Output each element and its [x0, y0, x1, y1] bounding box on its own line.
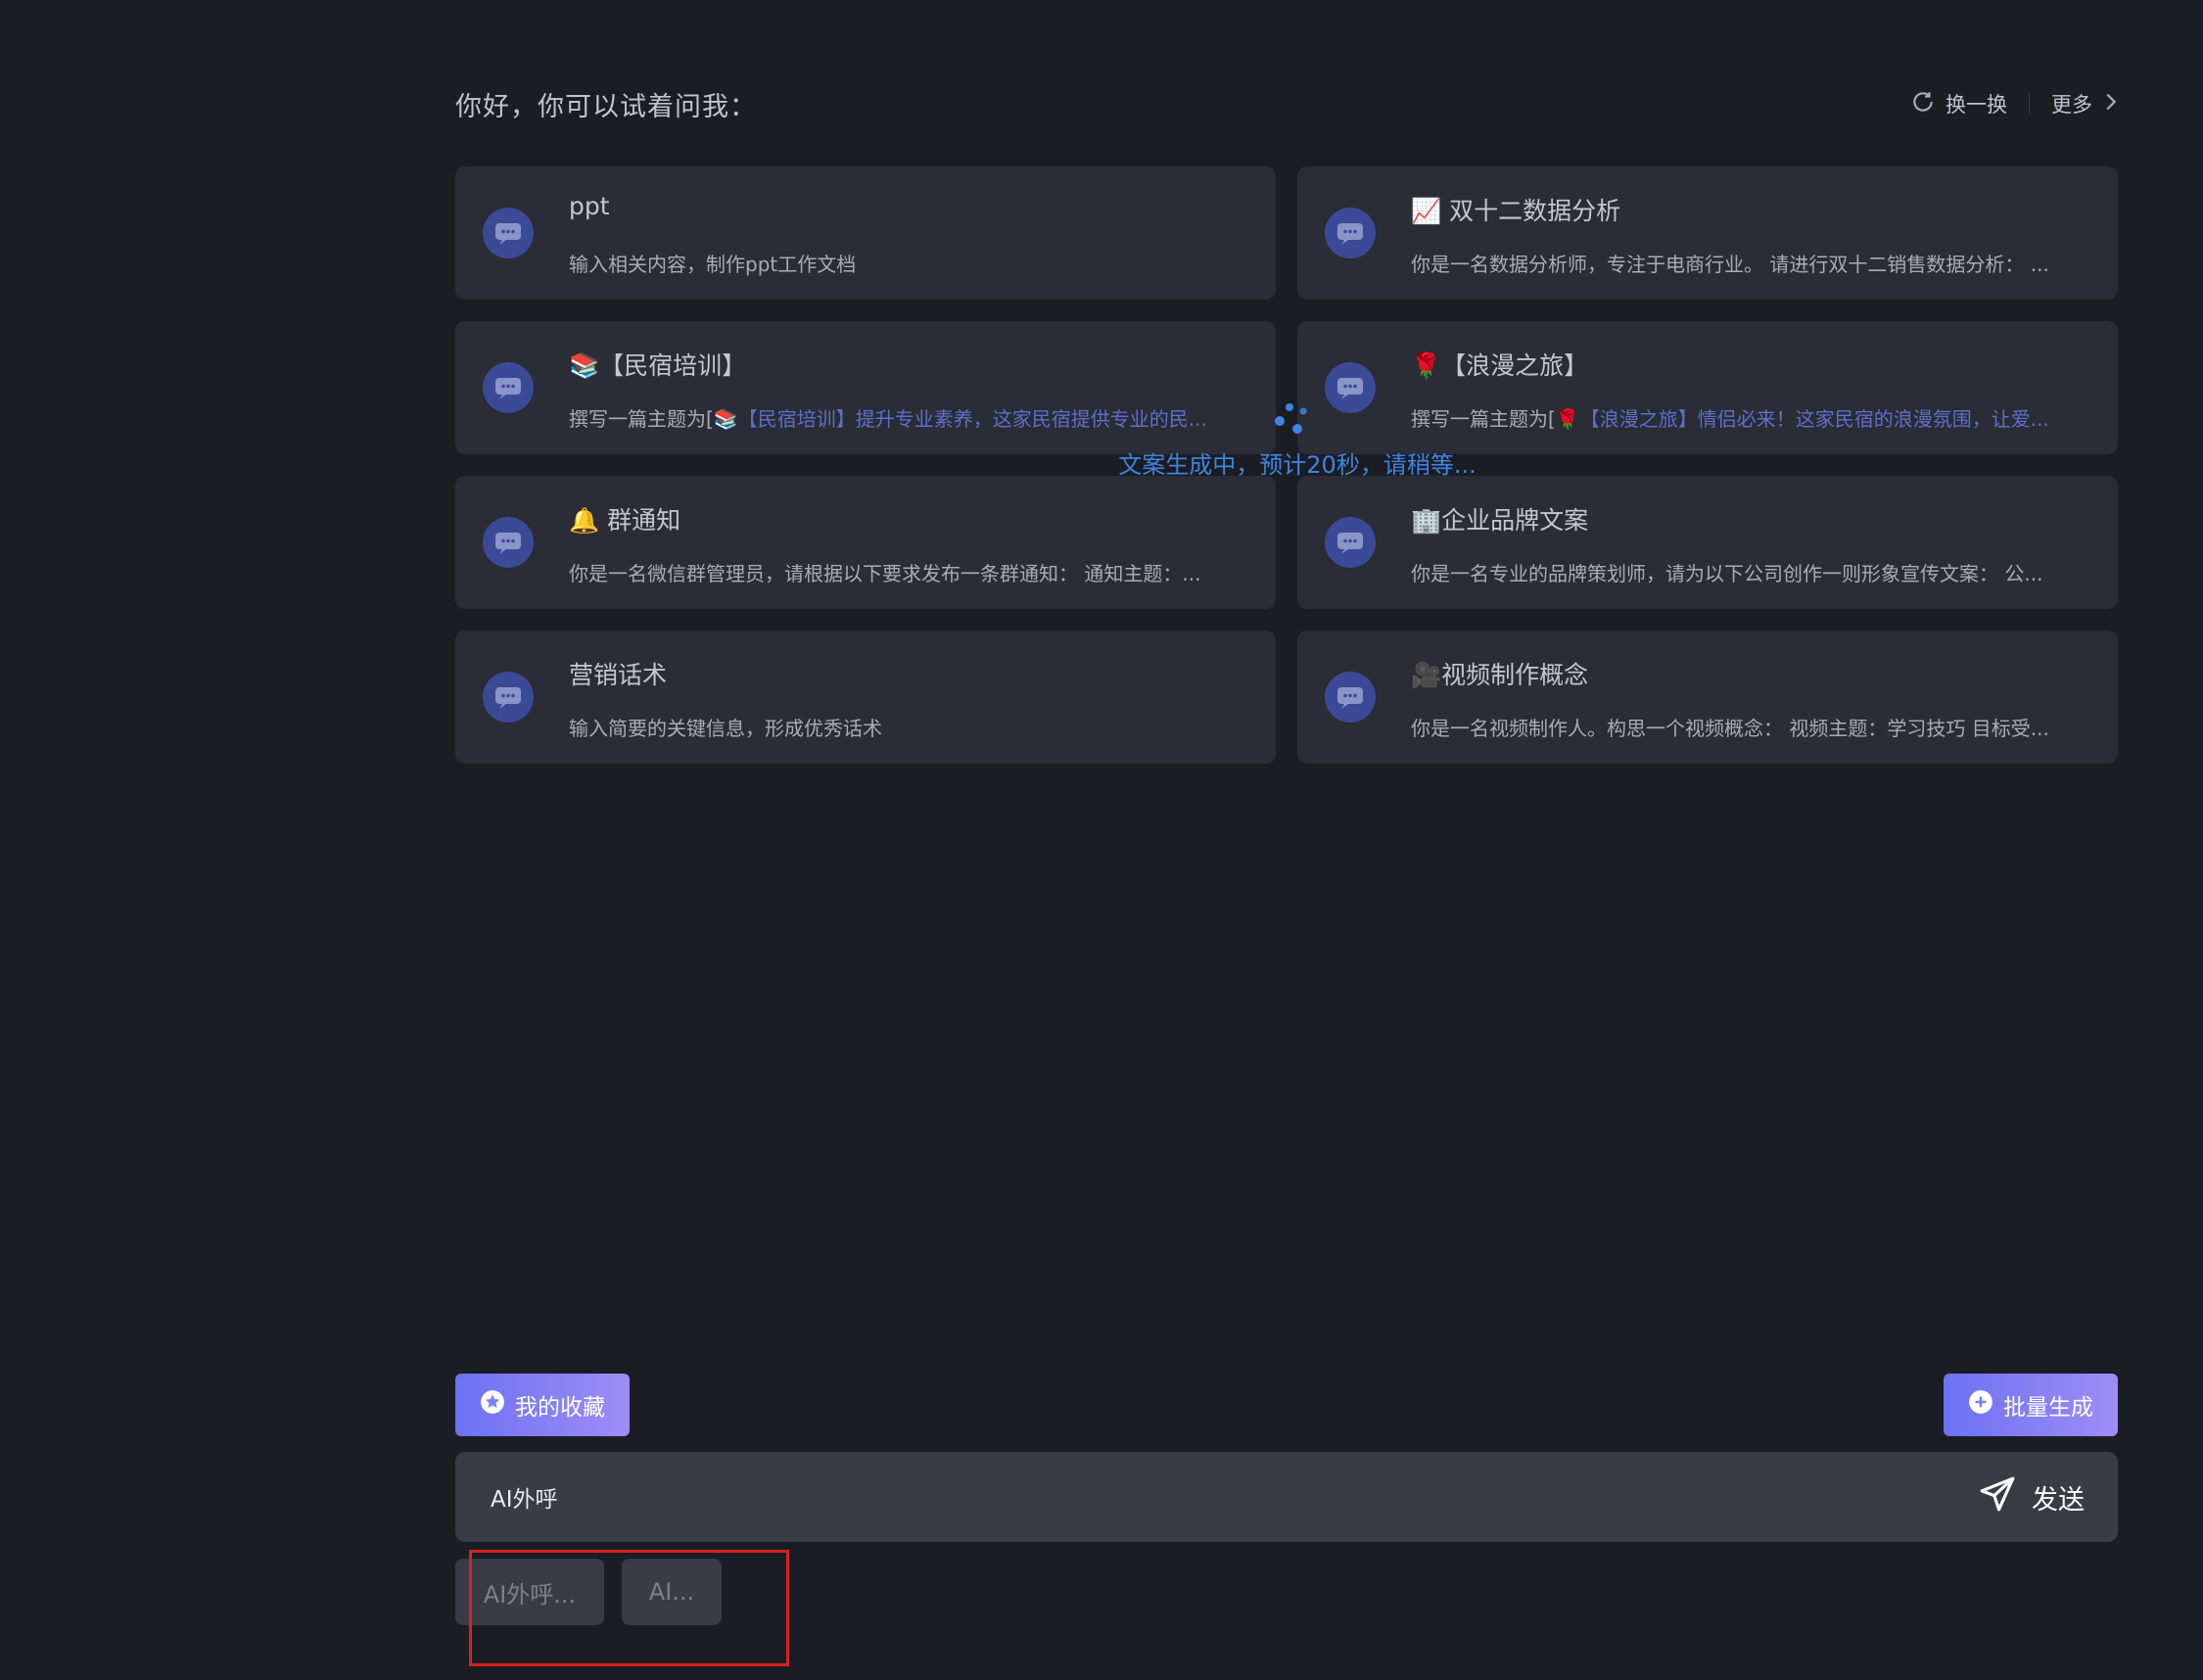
refresh-button[interactable]: 换一换 — [1910, 89, 2007, 119]
card-desc: 你是一名专业的品牌策划师，请为以下公司创作一则形象宣传文案： 公... — [1411, 562, 2043, 585]
suggestion-chip[interactable]: AI外呼... — [455, 1559, 604, 1625]
chat-bubble-icon — [1325, 208, 1376, 258]
main-panel: 你好，你可以试着问我： 换一换 更多 ppt 输入相关内容，制作ppt工作文档 — [455, 0, 2118, 1680]
chat-bubble-icon — [483, 672, 534, 723]
chat-bubble-icon — [483, 362, 534, 413]
batch-label: 批量生成 — [2003, 1395, 2093, 1421]
more-button[interactable]: 更多 — [2051, 89, 2118, 118]
prompt-card-video-concept[interactable]: 🎥视频制作概念 你是一名视频制作人。构思一个视频概念： 视频主题：学习技巧 目标… — [1297, 630, 2118, 764]
desc-prefix: 撰写一篇主题为[ — [569, 407, 714, 431]
prompt-card-ppt[interactable]: ppt 输入相关内容，制作ppt工作文档 — [455, 166, 1276, 300]
divider — [2029, 94, 2030, 114]
chat-bubble-icon — [1325, 517, 1376, 568]
prompt-card-romantic-trip[interactable]: 🌹【浪漫之旅】 撰写一篇主题为[🌹【浪漫之旅】情侣必来！这家民宿的浪漫氛围，让爱… — [1297, 321, 2118, 454]
card-desc: 输入相关内容，制作ppt工作文档 — [569, 253, 857, 276]
send-label: 发送 — [2032, 1484, 2085, 1516]
card-title: 营销话术 — [569, 661, 668, 689]
card-title: 📈 双十二数据分析 — [1411, 197, 1621, 225]
suggestion-chip[interactable]: AI... — [622, 1559, 722, 1625]
chat-bubble-icon — [483, 208, 534, 258]
prompt-card-marketing-script[interactable]: 营销话术 输入简要的关键信息，形成优秀话术 — [455, 630, 1276, 764]
send-button[interactable]: 发送 — [1979, 1473, 2085, 1520]
prompt-card-data-analysis[interactable]: 📈 双十二数据分析 你是一名数据分析师，专注于电商行业。 请进行双十二销售数据分… — [1297, 166, 2118, 300]
prompt-card-group-notice[interactable]: 🔔 群通知 你是一名微信群管理员，请根据以下要求发布一条群通知： 通知主题：..… — [455, 476, 1276, 609]
card-title: 🏢企业品牌文案 — [1411, 506, 1589, 535]
loading-text: 文案生成中，预计20秒，请稍等... — [1118, 451, 1476, 479]
prompt-card-brand-copy[interactable]: 🏢企业品牌文案 你是一名专业的品牌策划师，请为以下公司创作一则形象宣传文案： 公… — [1297, 476, 2118, 609]
greeting-title: 你好，你可以试着问我： — [455, 91, 757, 122]
card-desc: 你是一名数据分析师，专注于电商行业。 请进行双十二销售数据分析： ... — [1411, 253, 2049, 276]
desc-prefix: 撰写一篇主题为[ — [1411, 407, 1556, 431]
header-actions: 换一换 更多 — [1910, 89, 2118, 119]
refresh-icon — [1910, 89, 1936, 119]
card-title: 🎥视频制作概念 — [1411, 661, 1589, 689]
send-icon — [1979, 1475, 2016, 1519]
chat-input[interactable] — [491, 1473, 1861, 1520]
chat-input-bar: 发送 — [455, 1452, 2118, 1542]
chat-bubble-icon — [1325, 362, 1376, 413]
plus-circle-icon — [1968, 1389, 1993, 1421]
header: 你好，你可以试着问我： 换一换 更多 — [455, 84, 2118, 123]
desc-highlight: 🌹【浪漫之旅】情侣必来！这家民宿的浪漫氛围，让爱... — [1555, 407, 2049, 431]
card-desc: 输入简要的关键信息，形成优秀话术 — [569, 717, 882, 740]
chevron-right-icon — [2104, 92, 2118, 117]
card-desc: 你是一名微信群管理员，请根据以下要求发布一条群通知： 通知主题：... — [569, 562, 1201, 585]
card-title: ppt — [569, 192, 610, 220]
card-title: 📚【民宿培训】 — [569, 351, 747, 380]
prompt-card-homestay-training[interactable]: 📚【民宿培训】 撰写一篇主题为[📚【民宿培训】提升专业素养，这家民宿提供专业的民… — [455, 321, 1276, 454]
card-desc: 撰写一篇主题为[🌹【浪漫之旅】情侣必来！这家民宿的浪漫氛围，让爱... — [1411, 403, 2086, 432]
loading-spinner-icon — [1268, 399, 1327, 439]
favorites-label: 我的收藏 — [515, 1395, 605, 1421]
favorites-button[interactable]: 我的收藏 — [455, 1374, 630, 1436]
star-icon — [480, 1389, 505, 1421]
more-label: 更多 — [2051, 93, 2092, 117]
card-desc: 撰写一篇主题为[📚【民宿培训】提升专业素养，这家民宿提供专业的民... — [569, 403, 1244, 432]
chat-bubble-icon — [1325, 672, 1376, 723]
card-title: 🌹【浪漫之旅】 — [1411, 351, 1589, 380]
refresh-label: 换一换 — [1945, 93, 2007, 117]
card-desc: 你是一名视频制作人。构思一个视频概念： 视频主题：学习技巧 目标受... — [1411, 717, 2049, 740]
batch-generate-button[interactable]: 批量生成 — [1944, 1374, 2118, 1436]
desc-highlight: 📚【民宿培训】提升专业素养，这家民宿提供专业的民... — [713, 407, 1207, 431]
chat-bubble-icon — [483, 517, 534, 568]
card-title: 🔔 群通知 — [569, 506, 681, 535]
